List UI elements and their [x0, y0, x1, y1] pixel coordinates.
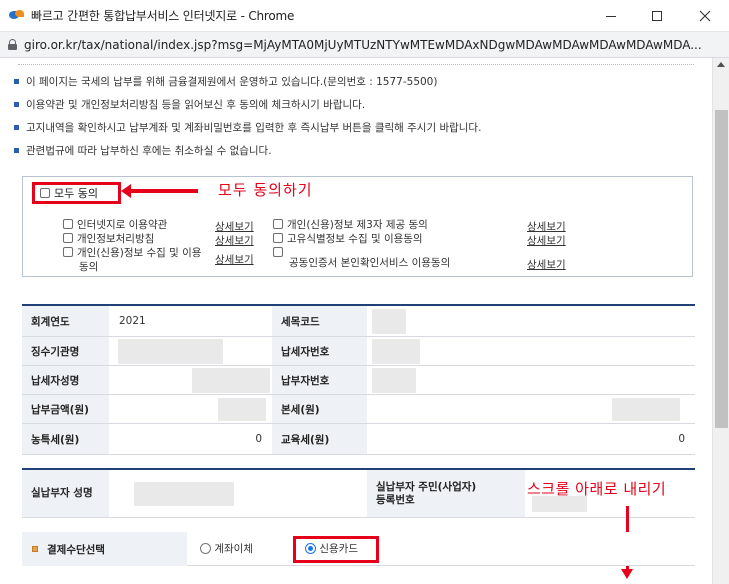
redacted-value — [118, 339, 223, 364]
checkbox-icon[interactable] — [273, 233, 283, 243]
square-bullet-icon — [14, 148, 19, 153]
minimize-icon — [606, 15, 616, 17]
fiscal-year-value: 2021 — [119, 315, 146, 327]
term-privacy-policy[interactable]: 개인정보처리방침 — [63, 233, 154, 245]
detail-link[interactable]: 상세보기 — [527, 257, 566, 272]
amount-label: 납부금액(원) — [22, 395, 109, 423]
detail-link[interactable]: 상세보기 — [215, 252, 254, 267]
term-credit-info-collect-cont: 동의 — [79, 261, 99, 273]
term-internet-giro[interactable]: 인터넷지로 이용약관 — [63, 219, 167, 231]
notice-item: 관련법규에 따라 납부하신 후에는 취소하실 수 없습니다. — [14, 144, 481, 167]
square-bullet-icon — [14, 125, 19, 130]
window-titlebar: 빠르고 간편한 통합납부서비스 인터넷지로 - Chrome — [0, 0, 729, 32]
notice-item: 이용약관 및 개인정보처리방침 등을 읽어보신 후 동의에 체크하시기 바랍니다… — [14, 98, 481, 121]
detail-link[interactable]: 상세보기 — [215, 233, 254, 248]
redacted-value — [372, 339, 420, 364]
table-row: 납부금액(원) 본세(원) — [22, 395, 695, 424]
agency-label: 징수기관명 — [22, 337, 109, 365]
taxpayer-no-label: 납세자번호 — [272, 337, 367, 365]
url-text[interactable]: giro.or.kr/tax/national/index.jsp?msg=Mj… — [24, 38, 724, 52]
term-third-party[interactable]: 개인(신용)정보 제3자 제공 동의 — [273, 219, 428, 231]
notice-list: 이 페이지는 국세의 납부를 위해 금융결제원에서 운영하고 있습니다.(문의번… — [14, 75, 481, 167]
window-title: 빠르고 간편한 통합납부서비스 인터넷지로 - Chrome — [31, 9, 295, 23]
left-arrow-annotation-icon — [121, 184, 198, 198]
checkbox-icon[interactable] — [63, 233, 73, 243]
edu-tax-label: 교육세(원) — [272, 424, 367, 454]
checkbox-icon[interactable] — [273, 219, 283, 229]
checkbox-icon[interactable] — [63, 219, 73, 229]
redacted-value — [372, 368, 416, 393]
table-row: 납세자성명 납부자번호 — [22, 366, 695, 395]
close-icon — [699, 10, 711, 22]
table-row: 회계연도 2021 세목코드 — [22, 306, 695, 337]
fiscal-year-label: 회계연도 — [22, 306, 109, 336]
lock-icon — [8, 39, 17, 50]
detail-link[interactable]: 상세보기 — [527, 219, 566, 234]
detail-link[interactable]: 상세보기 — [527, 233, 566, 248]
term-unique-id[interactable]: 고유식별정보 수집 및 이용동의 — [273, 233, 423, 245]
tax-code-label: 세목코드 — [272, 306, 367, 336]
scroll-down-annotation: 스크롤 아래로 내리기 — [527, 480, 667, 498]
redacted-value — [218, 398, 266, 421]
checkbox-icon[interactable] — [273, 247, 283, 257]
agreement-box: 모두 동의 모두 동의하기 인터넷지로 이용약관 개인정보처리방침 개인(신용)… — [22, 176, 693, 277]
agree-all-checkbox[interactable]: 모두 동의 — [32, 182, 121, 204]
payment-method-row: 결제수단선택 계좌이체 신용카드 — [22, 532, 695, 566]
redacted-value — [192, 368, 270, 393]
giro-logo-icon — [9, 9, 25, 22]
address-bar[interactable]: giro.or.kr/tax/national/index.jsp?msg=Mj… — [0, 32, 729, 58]
agree-all-annotation: 모두 동의하기 — [218, 181, 313, 199]
term-credit-info-collect[interactable]: 개인(신용)정보 수집 및 이용 — [63, 247, 201, 259]
bullet-icon — [32, 546, 38, 552]
divider — [18, 64, 694, 65]
table-row: 징수기관명 납세자번호 — [22, 337, 695, 366]
payer-id-label: 실납부자 주민(사업자) 등록번호 — [367, 470, 525, 517]
minimize-button[interactable] — [588, 0, 634, 32]
payer-name-label: 실납부자 성명 — [22, 470, 109, 517]
vertical-scrollbar[interactable] — [712, 58, 729, 584]
maximize-icon — [652, 11, 662, 21]
detail-link[interactable]: 상세보기 — [215, 219, 254, 234]
square-bullet-icon — [14, 79, 19, 84]
tax-info-table: 회계연도 2021 세목코드 징수기관명 납세자번호 납세자성명 납부자번호 납… — [22, 304, 695, 455]
redacted-value — [372, 309, 406, 334]
rural-tax-value: 0 — [255, 433, 262, 445]
square-bullet-icon — [14, 102, 19, 107]
redacted-value — [134, 482, 234, 506]
term-certificate: 공동인증서 본인확인서비스 이용동의 — [289, 257, 451, 269]
page-content: 이 페이지는 국세의 납부를 위해 금융결제원에서 운영하고 있습니다.(문의번… — [0, 58, 712, 584]
rural-tax-label: 농특세(원) — [22, 424, 109, 454]
edu-tax-value: 0 — [678, 433, 685, 445]
radio-selected-icon[interactable] — [305, 543, 316, 554]
maximize-button[interactable] — [634, 0, 680, 32]
scroll-thumb[interactable] — [715, 110, 728, 428]
term-cert-checkbox[interactable] — [273, 247, 287, 259]
scroll-up-arrow-icon[interactable] — [717, 62, 725, 67]
notice-item: 고지내역을 확인하시고 납부계좌 및 계좌비밀번호를 입력한 후 즉시납부 버튼… — [14, 121, 481, 144]
notice-item: 이 페이지는 국세의 납부를 위해 금융결제원에서 운영하고 있습니다.(문의번… — [14, 75, 481, 98]
radio-icon[interactable] — [200, 543, 211, 554]
main-tax-label: 본세(원) — [272, 395, 367, 423]
checkbox-icon[interactable] — [63, 247, 73, 257]
radio-credit-card[interactable]: 신용카드 — [305, 541, 358, 556]
close-button[interactable] — [682, 0, 728, 32]
payment-method-label: 결제수단선택 — [22, 532, 187, 566]
table-row: 농특세(원) 0 교육세(원) 0 — [22, 424, 695, 455]
taxpayer-name-label: 납세자성명 — [22, 366, 109, 394]
radio-account-transfer[interactable]: 계좌이체 — [200, 541, 253, 556]
payment-no-label: 납부자번호 — [272, 366, 367, 394]
checkbox-icon[interactable] — [40, 188, 50, 198]
redacted-value — [612, 398, 680, 421]
